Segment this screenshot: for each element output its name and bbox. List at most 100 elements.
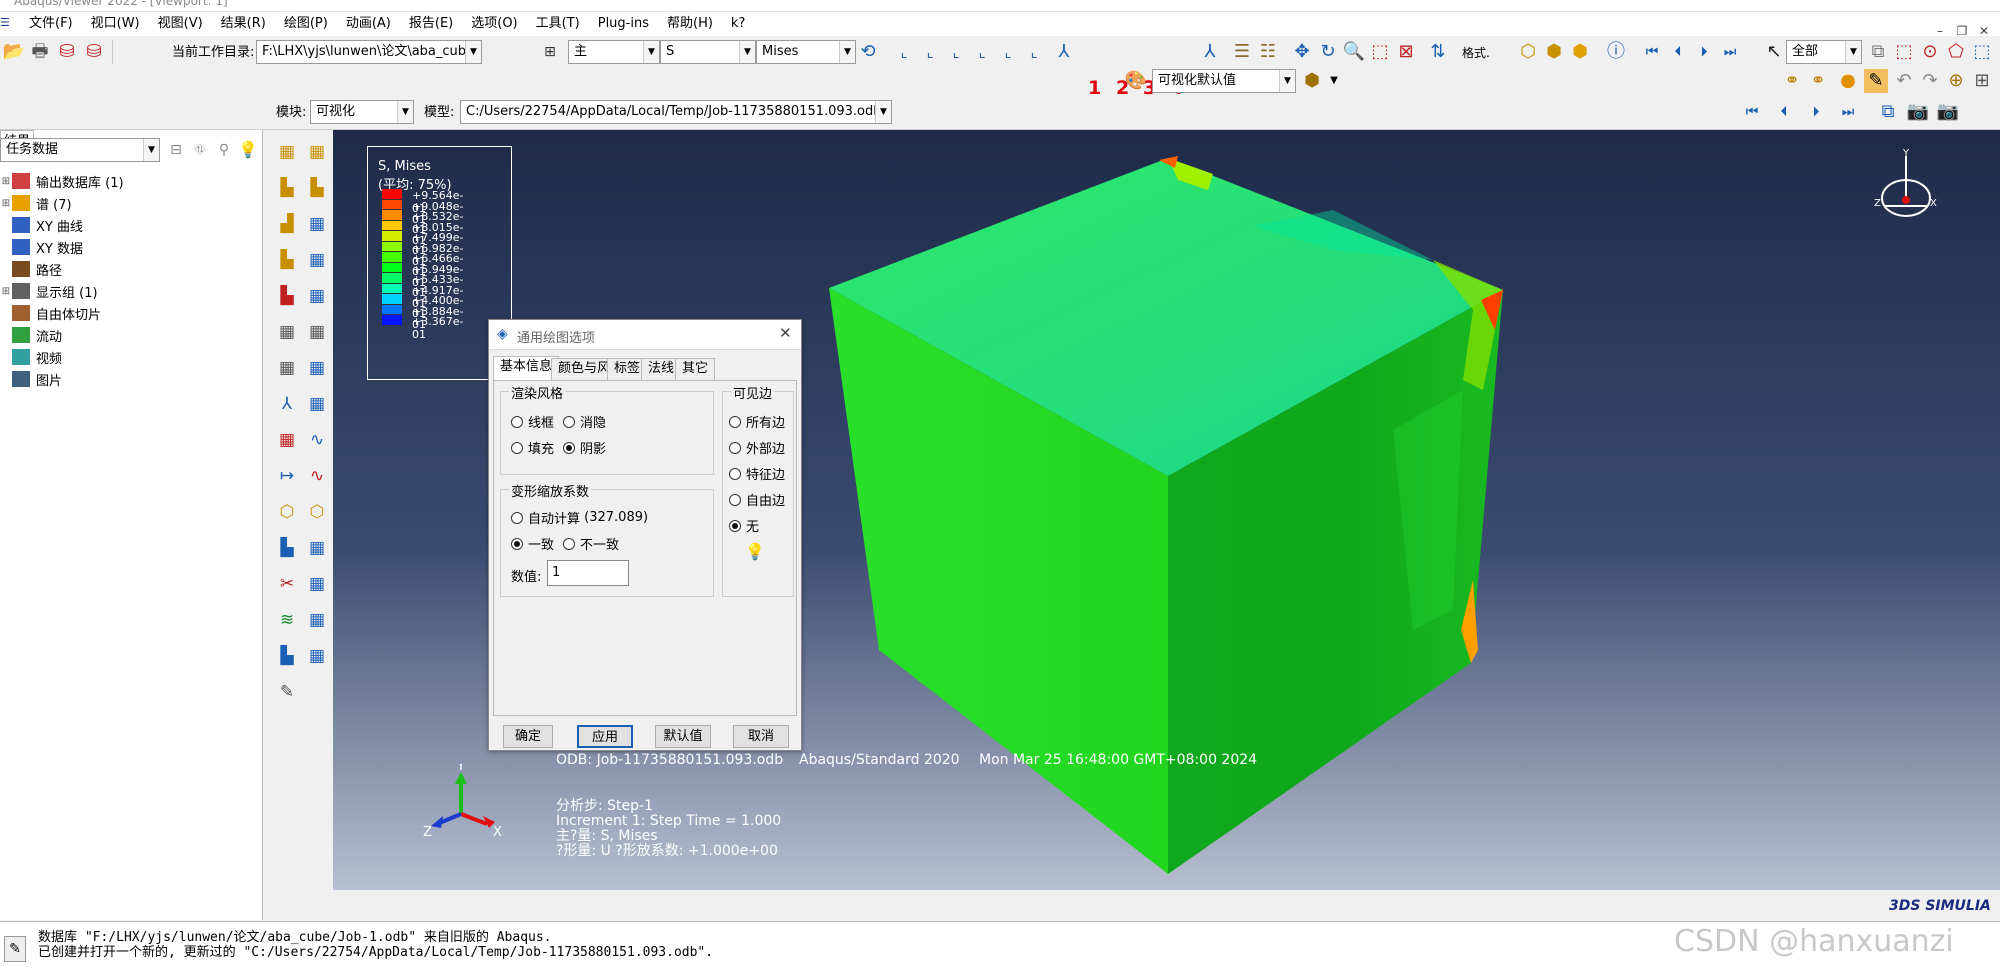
menu-item[interactable]: 绘图(P) <box>275 15 337 33</box>
select-arrow-icon[interactable]: ↖ <box>1762 40 1786 64</box>
menu-item[interactable]: 工具(T) <box>527 15 589 33</box>
xy-plot-tool-icon[interactable]: ▦ <box>275 428 299 452</box>
stream-options-icon[interactable]: ⬡ <box>305 500 329 524</box>
xy-options-icon[interactable]: ∿ <box>305 428 329 452</box>
cancel-button[interactable]: 取消 <box>733 725 789 748</box>
tree-item[interactable]: XY 曲线 <box>0 214 262 236</box>
dialog-tab[interactable]: 基本信息 <box>493 356 560 380</box>
view-xy-icon[interactable]: ⌞ <box>892 40 916 64</box>
contour-legend-icon[interactable]: ▦ <box>275 140 299 164</box>
radio-nonuniform[interactable]: 不一致 <box>563 534 619 553</box>
symbol-icon[interactable]: ▙ <box>275 248 299 272</box>
menu-item[interactable]: 选项(O) <box>462 15 526 33</box>
app-icon[interactable]: ☰ <box>0 16 10 29</box>
contour-deformed-icon[interactable]: ▦ <box>305 140 329 164</box>
cube-shaded-icon[interactable]: ⬢ <box>1568 40 1592 64</box>
material-orientation-icon[interactable]: ▙ <box>275 284 299 308</box>
display-group-tool-icon[interactable]: ▙ <box>275 536 299 560</box>
select-circle-icon[interactable]: ⊙ <box>1918 40 1942 64</box>
select-box-icon[interactable]: ⬚ <box>1892 40 1916 64</box>
radio-auto-compute[interactable]: 自动计算 (327.089) <box>511 508 648 527</box>
palette-icon[interactable]: 🎨 <box>1124 69 1148 93</box>
search-icon[interactable]: ⚲ <box>212 138 236 162</box>
view-yz-icon[interactable]: ⌞ <box>996 40 1020 64</box>
overlay-options-icon[interactable]: ▦ <box>305 608 329 632</box>
open-file-icon[interactable]: 📂 <box>2 40 26 64</box>
animation-options-icon[interactable]: ▦ <box>305 320 329 344</box>
tree-item[interactable]: 图片 <box>0 368 262 390</box>
defaults-button[interactable]: 默认值 <box>655 725 711 748</box>
scale-value-input[interactable]: 1 <box>547 560 629 586</box>
cut-tool-icon[interactable]: ✂ <box>275 572 299 596</box>
free-body-tool-icon[interactable]: ⅄ <box>275 392 299 416</box>
radio-all-edges[interactable]: 所有边 <box>729 412 785 431</box>
copy-icon[interactable]: ⧉ <box>1866 40 1890 64</box>
group-options-icon[interactable]: ▦ <box>305 536 329 560</box>
query-tool-icon[interactable]: ▙ <box>275 644 299 668</box>
cwd-combo[interactable]: F:\LHX\yjs\lunwen\论文\aba_cube ▼ <box>256 40 482 64</box>
prev-frame-icon[interactable]: ⏴ <box>1772 100 1796 124</box>
chevron-down-icon[interactable]: ▼ <box>1322 69 1346 93</box>
tree-item[interactable]: 自由体切片 <box>0 302 262 324</box>
menu-item[interactable]: k? <box>722 15 754 33</box>
radio-uniform[interactable]: 一致 <box>511 534 554 553</box>
tile-icon[interactable]: ⊞ <box>1970 69 1994 93</box>
tree-item[interactable]: ⊞ 显示组 (1) <box>0 280 262 302</box>
radio-feature-edges[interactable]: 特征边 <box>729 464 785 483</box>
chevron-down-icon[interactable]: ▼ <box>739 41 755 63</box>
expand-icon[interactable]: ⊞ <box>0 176 12 187</box>
chevron-down-icon[interactable]: ▼ <box>465 41 481 63</box>
zoom-icon[interactable]: 🔍 <box>1342 40 1366 64</box>
deformed-icon[interactable]: ▙ <box>305 176 329 200</box>
ok-button[interactable]: 确定 <box>503 725 553 748</box>
probe-tool-icon[interactable]: ✎ <box>275 680 299 704</box>
save-odb-icon[interactable]: ⛁ <box>55 40 79 64</box>
info-icon[interactable]: ⓘ <box>1604 40 1628 64</box>
chevron-down-icon[interactable]: ▼ <box>1279 70 1295 92</box>
collapse-icon[interactable]: ⊟ <box>164 138 188 162</box>
options-grid-icon[interactable]: ▦ <box>305 392 329 416</box>
menu-item[interactable]: 结果(R) <box>212 15 275 33</box>
radio-filled[interactable]: 填充 <box>511 438 554 457</box>
view-xz-icon[interactable]: ⌞ <box>944 40 968 64</box>
snapshot-icon[interactable]: 📷 <box>1936 100 1960 124</box>
view-zx-icon[interactable]: ⌞ <box>970 40 994 64</box>
last-frame-icon[interactable]: ⏭ <box>1718 40 1742 64</box>
box-zoom-icon[interactable]: ⬚ <box>1368 40 1392 64</box>
radio-free-edges[interactable]: 自由边 <box>729 490 785 509</box>
path-tool-icon[interactable]: ↦ <box>275 464 299 488</box>
select-scope-combo[interactable]: 全部 ▼ <box>1786 40 1862 64</box>
chevron-down-icon[interactable]: ▼ <box>1845 41 1861 63</box>
close-icon[interactable]: ✕ <box>779 324 792 342</box>
path-plot-icon[interactable]: ∿ <box>305 464 329 488</box>
display-options-icon[interactable]: ▦ <box>305 356 329 380</box>
variable-combo[interactable]: S ▼ <box>660 40 756 64</box>
contour-options-icon[interactable]: ▦ <box>305 212 329 236</box>
pan-icon[interactable]: ✥ <box>1290 40 1314 64</box>
stream-tool-icon[interactable]: ⬡ <box>275 500 299 524</box>
menu-item[interactable]: 帮助(H) <box>658 15 722 33</box>
probe-icon[interactable]: ✎ <box>1864 69 1888 93</box>
animation-icon[interactable]: ▦ <box>275 320 299 344</box>
menu-item[interactable]: 动画(A) <box>337 15 400 33</box>
cube-options-icon[interactable]: ⬢ <box>1300 69 1324 93</box>
select-poly-icon[interactable]: ⬠ <box>1944 40 1968 64</box>
redo-icon[interactable]: ↷ <box>1918 69 1942 93</box>
tree-item[interactable]: ⊞ 谱 (7) <box>0 192 262 214</box>
tree-item[interactable]: 流动 <box>0 324 262 346</box>
chevron-down-icon[interactable]: ▼ <box>143 139 159 161</box>
expand-icon[interactable]: ⊞ <box>0 286 12 297</box>
orientation-options-icon[interactable]: ▦ <box>305 284 329 308</box>
refresh-icon[interactable]: ⟲ <box>856 40 880 64</box>
expand-icon[interactable]: ⊞ <box>0 198 12 209</box>
task-filter-combo[interactable]: 任务数据 ▼ <box>0 138 160 162</box>
invariant-combo[interactable]: Mises ▼ <box>756 40 856 64</box>
cycle-view-icon[interactable]: ⇅ <box>1426 40 1450 64</box>
query-icon[interactable]: ⊕ <box>1944 69 1968 93</box>
step-combo[interactable]: 主 ▼ <box>568 40 660 64</box>
field-output-icon[interactable]: ⊞ <box>538 40 562 64</box>
radio-no-edges[interactable]: 无 <box>729 516 759 535</box>
last-frame-icon[interactable]: ⏭ <box>1836 100 1860 124</box>
prev-frame-icon[interactable]: ⏴ <box>1666 40 1690 64</box>
format-label[interactable]: 格式. <box>1462 44 1490 62</box>
